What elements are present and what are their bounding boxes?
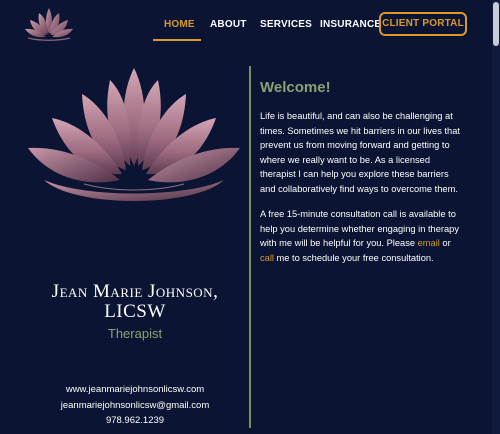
main-nav: HOME ABOUT SERVICES INSURANCE CLIENT POR… xyxy=(0,12,500,41)
intro-line: Life is beautiful, and can also be chall… xyxy=(260,111,453,121)
nav-home[interactable]: HOME xyxy=(164,19,195,30)
welcome-heading: Welcome! xyxy=(260,79,331,96)
nav-services[interactable]: SERVICES xyxy=(260,19,312,30)
consultation-text: me to schedule your free consultation. xyxy=(273,252,434,263)
call-link[interactable]: call xyxy=(260,253,274,263)
intro-paragraph: Life is beautiful, and can also be chall… xyxy=(260,109,472,197)
nav-about[interactable]: ABOUT xyxy=(210,19,247,30)
email-link[interactable]: email xyxy=(418,238,440,248)
intro-line: therapist I can help you explore these b… xyxy=(260,169,449,180)
nav-insurance[interactable]: INSURANCE xyxy=(320,19,381,30)
intro-line: and collaboratively find ways to overcom… xyxy=(260,183,458,194)
consultation-line: with me will be helpful for you. Please … xyxy=(260,236,472,251)
consultation-text: with me will be helpful for you. Please xyxy=(260,238,418,249)
therapist-role: Therapist xyxy=(107,326,163,341)
client-portal-button[interactable]: CLIENT PORTAL xyxy=(379,12,467,36)
website-link[interactable]: www.jeanmariejohnsonlicsw.com xyxy=(20,384,250,395)
intro-line: where we really want to be. As a license… xyxy=(260,154,431,165)
consultation-line: call me to schedule your free consultati… xyxy=(260,251,472,266)
site-header: HOME ABOUT SERVICES INSURANCE CLIENT POR… xyxy=(0,0,500,48)
consultation-text: or xyxy=(439,238,451,249)
therapist-name: Jean Marie Johnson, LICSW xyxy=(20,282,250,322)
therapist-name-line1: Jean Marie Johnson, xyxy=(51,281,219,302)
email-address[interactable]: jeanmariejohnsonlicsw@gmail.com xyxy=(20,400,250,411)
active-nav-indicator xyxy=(153,39,201,41)
intro-line: times. Sometimes we hit barriers in our … xyxy=(260,125,460,136)
column-divider xyxy=(249,66,251,428)
page: HOME ABOUT SERVICES INSURANCE CLIENT POR… xyxy=(0,0,500,434)
scrollbar-thumb[interactable] xyxy=(493,2,499,46)
therapist-name-line2: LICSW xyxy=(104,301,166,322)
intro-line: prevent us from moving forward and getti… xyxy=(260,140,450,151)
page-scrollbar[interactable] xyxy=(492,0,500,434)
consultation-paragraph: A free 15-minute consultation call is av… xyxy=(260,207,472,265)
lotus-flower-icon xyxy=(28,68,240,201)
consultation-line: A free 15-minute consultation call is av… xyxy=(260,209,456,219)
phone-number[interactable]: 978.962.1239 xyxy=(20,415,250,426)
consultation-line: help you determine whether engaging in t… xyxy=(260,223,459,234)
